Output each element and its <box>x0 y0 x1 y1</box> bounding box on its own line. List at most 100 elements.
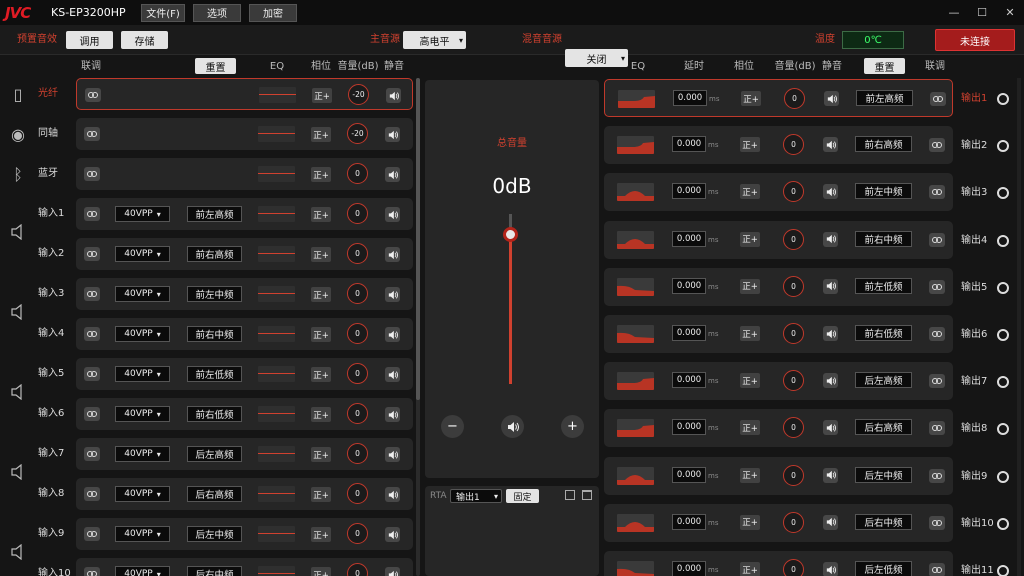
link-icon[interactable] <box>929 468 945 483</box>
output-channel-name[interactable]: 后左高频 <box>855 372 912 389</box>
volume-plus-button[interactable]: + <box>561 415 584 438</box>
output-select-radio[interactable] <box>997 376 1009 389</box>
mute-button[interactable] <box>823 278 838 294</box>
phase-toggle[interactable]: 正+ <box>311 447 331 462</box>
recall-button[interactable]: 调用 <box>66 31 113 49</box>
main-source-select[interactable]: 高电平 <box>403 31 466 49</box>
vpp-select[interactable]: 40VPP <box>115 566 170 576</box>
link-icon[interactable] <box>930 92 946 106</box>
mute-button[interactable] <box>824 91 839 106</box>
delay-input[interactable]: 0.000 <box>672 230 706 247</box>
phase-toggle[interactable]: 正+ <box>740 137 760 153</box>
link-icon[interactable] <box>84 247 100 261</box>
delay-input[interactable]: 0.000 <box>672 183 706 200</box>
mute-button[interactable] <box>385 527 400 542</box>
output-select-radio[interactable] <box>997 140 1009 153</box>
output-channel-name[interactable]: 前左高频 <box>856 90 913 106</box>
link-icon[interactable] <box>84 167 100 181</box>
mute-button[interactable] <box>823 562 838 576</box>
channel-name-field[interactable]: 后左中频 <box>187 526 242 542</box>
volume-knob[interactable]: -20 <box>348 84 369 105</box>
link-icon[interactable] <box>84 287 100 301</box>
link-icon[interactable] <box>84 367 100 381</box>
mute-button[interactable] <box>385 447 400 462</box>
eq-preview[interactable] <box>258 566 295 576</box>
phase-toggle[interactable]: 正+ <box>740 514 760 530</box>
link-icon[interactable] <box>84 527 100 541</box>
phase-toggle[interactable]: 正+ <box>311 487 331 502</box>
menu-options[interactable]: 选项 <box>193 3 241 22</box>
volume-knob[interactable]: -20 <box>347 123 368 144</box>
volume-knob[interactable]: 0 <box>783 134 804 156</box>
output-scrollbar[interactable] <box>1017 78 1021 576</box>
vpp-select[interactable]: 40VPP <box>115 326 170 342</box>
input-scrollbar[interactable] <box>416 78 420 576</box>
output-select-radio[interactable] <box>997 517 1009 530</box>
mute-button[interactable] <box>823 514 838 530</box>
phase-toggle[interactable]: 正+ <box>740 184 760 200</box>
volume-knob[interactable]: 0 <box>347 523 368 544</box>
menu-encrypt[interactable]: 加密 <box>249 3 297 22</box>
delay-input[interactable]: 0.000 <box>672 419 706 436</box>
output-channel-name[interactable]: 前左低频 <box>855 277 912 294</box>
volume-knob[interactable]: 0 <box>783 228 804 250</box>
eq-preview[interactable] <box>258 486 295 502</box>
phase-toggle[interactable]: 正+ <box>311 207 331 222</box>
mute-button[interactable] <box>385 247 400 262</box>
phase-toggle[interactable]: 正+ <box>312 88 332 103</box>
link-icon[interactable] <box>84 327 100 341</box>
rta-window-icon[interactable] <box>582 490 592 500</box>
phase-toggle[interactable]: 正+ <box>741 91 761 106</box>
close-icon[interactable]: ✕ <box>996 0 1024 25</box>
delay-input[interactable]: 0.000 <box>672 277 706 294</box>
channel-name-field[interactable]: 后右高频 <box>187 486 242 502</box>
channel-name-field[interactable]: 前右高频 <box>187 246 242 262</box>
phase-toggle[interactable]: 正+ <box>740 467 760 483</box>
output-channel-name[interactable]: 前右低频 <box>855 325 912 341</box>
volume-knob[interactable]: 0 <box>783 559 804 576</box>
channel-name-field[interactable]: 前左高频 <box>187 206 242 222</box>
channel-name-field[interactable]: 前左低频 <box>187 366 242 382</box>
delay-input[interactable]: 0.000 <box>672 513 706 530</box>
link-icon[interactable] <box>929 421 945 436</box>
rta-copy-icon[interactable] <box>565 490 575 500</box>
link-icon[interactable] <box>84 567 100 576</box>
master-mute-button[interactable] <box>501 415 524 438</box>
delay-input[interactable]: 0.000 <box>672 561 706 576</box>
channel-name-field[interactable]: 前右中频 <box>187 326 242 342</box>
volume-knob[interactable]: 0 <box>347 563 368 576</box>
vpp-select[interactable]: 40VPP <box>115 366 170 382</box>
phase-toggle[interactable]: 正+ <box>740 562 760 576</box>
link-icon[interactable] <box>929 327 945 341</box>
eq-preview[interactable] <box>258 206 295 222</box>
menu-file[interactable]: 文件(F) <box>141 3 185 22</box>
output-select-radio[interactable] <box>997 565 1009 576</box>
mute-button[interactable] <box>823 137 838 153</box>
link-icon[interactable] <box>84 127 100 141</box>
volume-knob[interactable]: 0 <box>783 181 804 203</box>
output-reset-button[interactable]: 重置 <box>864 58 905 74</box>
volume-knob[interactable]: 0 <box>347 483 368 504</box>
volume-knob[interactable]: 0 <box>347 203 368 224</box>
output-select-radio[interactable] <box>997 423 1009 436</box>
eq-curve-preview[interactable] <box>617 325 654 343</box>
link-icon[interactable] <box>929 232 945 247</box>
eq-preview[interactable] <box>259 87 296 103</box>
eq-curve-preview[interactable] <box>617 419 654 438</box>
phase-toggle[interactable]: 正+ <box>311 127 331 142</box>
link-icon[interactable] <box>929 279 945 294</box>
volume-knob[interactable]: 0 <box>347 403 368 424</box>
phase-toggle[interactable]: 正+ <box>740 231 760 247</box>
mute-button[interactable] <box>823 326 838 341</box>
eq-preview[interactable] <box>258 286 295 302</box>
mute-button[interactable] <box>385 487 400 502</box>
eq-curve-preview[interactable] <box>617 136 654 155</box>
minimize-icon[interactable]: — <box>940 0 968 25</box>
phase-toggle[interactable]: 正+ <box>311 167 331 182</box>
link-icon[interactable] <box>84 207 100 221</box>
volume-knob[interactable]: 0 <box>783 323 804 344</box>
vpp-select[interactable]: 40VPP <box>115 286 170 302</box>
delay-input[interactable]: 0.000 <box>673 90 707 106</box>
vpp-select[interactable]: 40VPP <box>115 526 170 542</box>
mute-button[interactable] <box>385 367 400 382</box>
